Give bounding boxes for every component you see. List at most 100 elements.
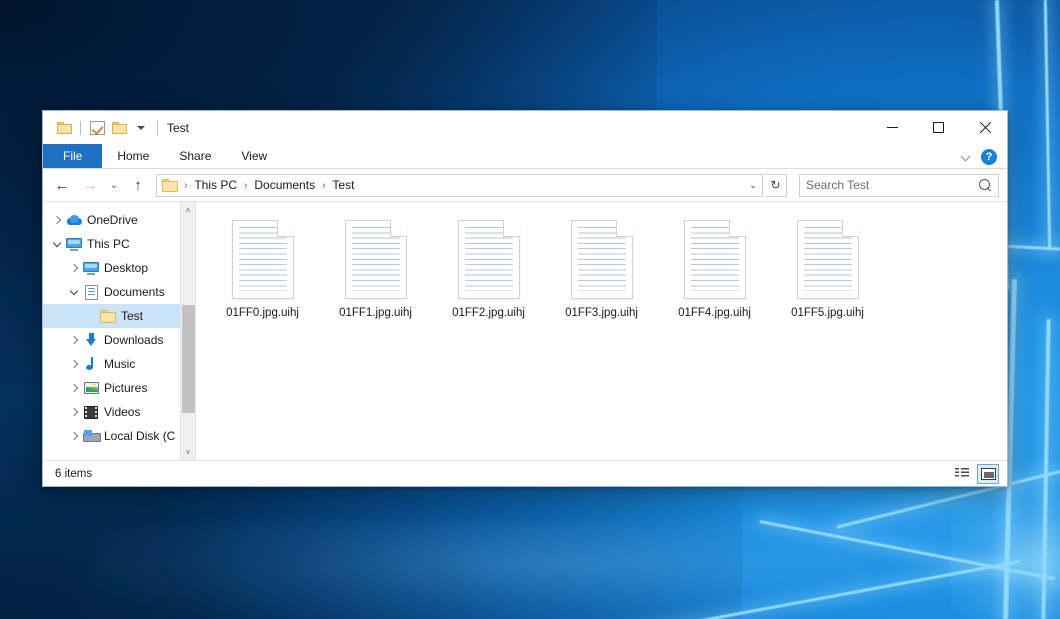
breadcrumb-item-this-pc[interactable]: This PC [190, 177, 241, 193]
address-dropdown-icon[interactable]: ⌄ [744, 175, 762, 196]
close-button[interactable] [961, 111, 1007, 144]
pc-icon [65, 236, 83, 252]
expand-right-icon[interactable] [49, 217, 65, 223]
breadcrumb-item-test[interactable]: Test [328, 177, 358, 193]
window-controls [869, 111, 1007, 144]
properties-icon[interactable] [86, 117, 108, 139]
cloud-icon [65, 212, 83, 228]
generic-file-icon [453, 216, 525, 302]
search-input[interactable] [806, 178, 979, 192]
sidebar-item-documents[interactable]: Documents [43, 280, 180, 304]
tab-view[interactable]: View [226, 144, 282, 168]
maximize-button[interactable] [915, 111, 961, 144]
file-item[interactable]: 01FF3.jpg.uihj [545, 210, 658, 319]
wallpaper-beam-vertical-top-right [1044, 0, 1051, 250]
generic-file-icon [566, 216, 638, 302]
back-button[interactable]: ← [49, 173, 75, 197]
details-view-button[interactable] [951, 464, 973, 484]
window-body: OneDrive This PC Desktop Documents TestDownl… [43, 201, 1007, 460]
file-item[interactable]: 01FF4.jpg.uihj [658, 210, 771, 319]
new-folder-icon[interactable] [108, 117, 130, 139]
sidebar-item-local-disk-c[interactable]: Local Disk (C:) [43, 424, 180, 448]
tab-file[interactable]: File [43, 144, 102, 168]
document-icon [82, 284, 100, 300]
sidebar-item-label: Documents [104, 285, 165, 299]
ribbon-tab-strip: File Home Share View ? [43, 144, 1007, 169]
up-button[interactable]: ↑ [125, 173, 151, 197]
expand-right-icon[interactable] [66, 385, 82, 391]
expand-right-icon[interactable] [66, 433, 82, 439]
sidebar-item-videos[interactable]: Videos [43, 400, 180, 424]
file-list-pane[interactable]: 01FF0.jpg.uihj 01FF1.jpg.uihj 01FF2.jpg.ui… [195, 202, 1007, 460]
chevron-down-icon[interactable] [962, 152, 971, 161]
generic-file-icon [340, 216, 412, 302]
sidebar-item-onedrive[interactable]: OneDrive [43, 208, 180, 232]
sidebar-item-label: Local Disk (C:) [104, 429, 176, 443]
tab-share[interactable]: Share [164, 144, 226, 168]
file-name-label: 01FF1.jpg.uihj [339, 307, 412, 319]
expand-right-icon[interactable] [66, 409, 82, 415]
help-icon[interactable]: ? [981, 149, 997, 165]
address-bar: ← → ⌄ ↑ › This PC › Documents › Test ⌄ ↻ [43, 169, 1007, 201]
file-grid: 01FF0.jpg.uihj 01FF1.jpg.uihj 01FF2.jpg.ui… [206, 208, 1007, 319]
folder-tree: OneDrive This PC Desktop Documents TestDownl… [43, 202, 180, 460]
expand-right-icon[interactable] [66, 361, 82, 367]
file-name-label: 01FF0.jpg.uihj [226, 307, 299, 319]
file-explorer-window: Test File Home Share View ? ← → ⌄ ↑ [42, 110, 1008, 487]
recent-locations-button[interactable]: ⌄ [105, 173, 123, 197]
sidebar-item-label: OneDrive [87, 213, 138, 227]
file-name-label: 01FF2.jpg.uihj [452, 307, 525, 319]
expand-right-icon[interactable] [66, 337, 82, 343]
refresh-icon[interactable]: ↻ [765, 174, 787, 197]
desktop-icon [82, 260, 100, 276]
sidebar-item-desktop[interactable]: Desktop [43, 256, 180, 280]
wallpaper-beam-vertical-right [1041, 319, 1050, 619]
folder-icon[interactable] [53, 117, 75, 139]
breadcrumb-item-documents[interactable]: Documents [250, 177, 319, 193]
folder-icon [99, 308, 117, 324]
desktop-background: Test File Home Share View ? ← → ⌄ ↑ [0, 0, 1060, 619]
sidebar-item-downloads[interactable]: Downloads [43, 328, 180, 352]
status-bar: 6 items [43, 460, 1007, 486]
scroll-down-button[interactable]: ˅ [181, 444, 196, 460]
expand-down-icon[interactable] [66, 288, 82, 296]
sidebar-item-this-pc[interactable]: This PC [43, 232, 180, 256]
sidebar-item-pictures[interactable]: Pictures [43, 376, 180, 400]
customize-caret-icon[interactable] [130, 117, 152, 139]
view-toggle-group [951, 464, 999, 484]
navigation-scrollbar[interactable]: ˄ ˅ [180, 202, 195, 460]
forward-button[interactable]: → [77, 173, 103, 197]
sidebar-item-music[interactable]: Music [43, 352, 180, 376]
expand-down-icon[interactable] [49, 240, 65, 248]
scrollbar-track[interactable] [181, 218, 196, 444]
download-icon [82, 332, 100, 348]
sidebar-item-test[interactable]: Test [43, 304, 180, 328]
file-item[interactable]: 01FF1.jpg.uihj [319, 210, 432, 319]
scroll-up-button[interactable]: ˄ [181, 202, 196, 218]
file-name-label: 01FF3.jpg.uihj [565, 307, 638, 319]
videos-icon [82, 404, 100, 420]
breadcrumb[interactable]: › This PC › Documents › Test ⌄ [156, 174, 763, 197]
minimize-button[interactable] [869, 111, 915, 144]
file-name-label: 01FF5.jpg.uihj [791, 307, 864, 319]
search-icon [979, 179, 992, 192]
large-icons-view-button[interactable] [977, 464, 999, 484]
file-item[interactable]: 01FF5.jpg.uihj [771, 210, 884, 319]
quick-access-toolbar: Test [43, 117, 189, 139]
sidebar-item-label: Pictures [104, 381, 147, 395]
breadcrumb-separator-0: › [183, 180, 188, 191]
disk-icon [82, 428, 100, 444]
wallpaper-beam-horizontal [1000, 244, 1060, 250]
file-item[interactable]: 01FF0.jpg.uihj [206, 210, 319, 319]
sidebar-item-label: This PC [87, 237, 130, 251]
generic-file-icon [679, 216, 751, 302]
scrollbar-thumb[interactable] [182, 305, 195, 413]
item-count-label: 6 items [55, 468, 92, 480]
pictures-icon [82, 380, 100, 396]
tab-home[interactable]: Home [102, 144, 164, 168]
file-item[interactable]: 01FF2.jpg.uihj [432, 210, 545, 319]
search-box[interactable] [799, 174, 999, 197]
expand-right-icon[interactable] [66, 265, 82, 271]
toolbar-separator-1 [80, 121, 81, 135]
window-title: Test [167, 121, 189, 135]
